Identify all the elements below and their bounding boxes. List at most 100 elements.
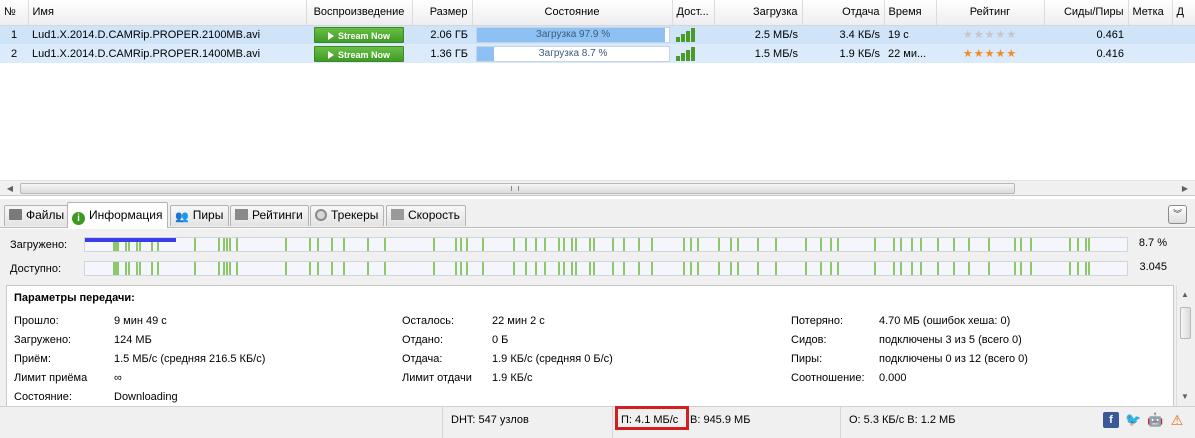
- warning-icon[interactable]: ⚠: [1169, 412, 1185, 428]
- column-header-upload[interactable]: Отдача: [802, 0, 885, 26]
- param-value: 1.5 МБ/с (средняя 216.5 КБ/с): [114, 353, 266, 365]
- star-icon: ★: [1006, 29, 1018, 42]
- table-header: № Имя Воспроизведение Размер Состояние Д…: [0, 0, 1195, 26]
- piece-mark: [920, 238, 922, 251]
- row-extra: [1172, 25, 1195, 44]
- availability-bar: [681, 33, 685, 42]
- piece-mark: [466, 238, 468, 251]
- param-row: Сидов: подключены 3 из 5 (всего 0): [791, 333, 1028, 352]
- piece-mark: [612, 238, 614, 251]
- column-header-ratio[interactable]: Сиды/Пиры: [1044, 0, 1129, 26]
- tab-label: Рейтинги: [252, 208, 303, 222]
- piece-mark: [139, 262, 141, 275]
- param-key: Отдача:: [402, 353, 443, 365]
- piece-mark: [1014, 262, 1016, 275]
- peers-icon: 👥: [175, 211, 189, 223]
- piece-mark: [830, 262, 832, 275]
- table-row[interactable]: 1 Lud1.X.2014.D.CAMRip.PROPER.2100MB.avi…: [0, 25, 1195, 44]
- row-size: 2.06 ГБ: [412, 25, 472, 44]
- piece-mark: [317, 238, 319, 251]
- piece-mark: [820, 262, 822, 275]
- tab-peers[interactable]: 👥 Пиры: [170, 205, 230, 226]
- piece-mark: [953, 262, 955, 275]
- stream-now-button[interactable]: Stream Now: [314, 26, 404, 43]
- piece-mark: [1069, 262, 1071, 275]
- available-label: Доступно:: [10, 263, 62, 275]
- tab-info[interactable]: i Информация: [67, 202, 169, 228]
- column-header-rating[interactable]: Рейтинг: [936, 0, 1045, 26]
- param-key: Соотношение:: [791, 372, 865, 384]
- piece-mark: [623, 238, 625, 251]
- status-upload[interactable]: О: 5.3 КБ/с В: 1.2 МБ: [840, 407, 1076, 438]
- column-header-size[interactable]: Размер: [412, 0, 473, 26]
- star-icon: ★: [984, 29, 996, 42]
- column-header-play[interactable]: Воспроизведение: [306, 0, 413, 26]
- piece-mark: [593, 262, 595, 275]
- column-header-name[interactable]: Имя: [28, 0, 307, 26]
- column-header-label[interactable]: Метка: [1128, 0, 1173, 26]
- scroll-left-icon[interactable]: ◀: [2, 181, 18, 195]
- param-row: Прошло: 9 мин 49 с: [14, 314, 265, 333]
- collapse-panel-button[interactable]: ︾: [1168, 205, 1187, 224]
- rating-stars-icon[interactable]: ★★★★★: [963, 29, 1017, 41]
- column-header-status[interactable]: Состояние: [472, 0, 673, 26]
- vertical-scrollbar[interactable]: ▲ ▼: [1176, 285, 1193, 407]
- star-icon: ★: [962, 29, 974, 42]
- piece-mark: [893, 238, 895, 251]
- piece-mark: [575, 262, 577, 275]
- param-key: Загружено:: [14, 334, 72, 346]
- row-rating-cell: ★★★★★: [936, 44, 1044, 63]
- piece-mark: [218, 238, 220, 251]
- scrollbar-thumb[interactable]: [20, 183, 1015, 194]
- piece-mark: [157, 262, 159, 275]
- scrollbar-thumb[interactable]: [1180, 307, 1191, 339]
- param-row: Лимит приёма ∞: [14, 371, 265, 390]
- param-key: Осталось:: [402, 315, 455, 327]
- progress-text: Загрузка 8.7 %: [538, 47, 608, 59]
- available-value: 3.045: [1139, 261, 1167, 273]
- tab-ratings[interactable]: Рейтинги: [230, 205, 309, 226]
- column-header-download[interactable]: Загрузка: [714, 0, 803, 26]
- scroll-up-icon[interactable]: ▲: [1177, 287, 1193, 303]
- row-upload-speed: 3.4 КБ/s: [802, 25, 884, 44]
- column-header-num[interactable]: №: [0, 0, 29, 26]
- android-icon[interactable]: 🤖: [1147, 412, 1163, 428]
- piece-mark: [558, 238, 560, 251]
- param-key: Сидов:: [791, 334, 827, 346]
- star-icon: ★: [973, 29, 985, 42]
- rating-stars-icon[interactable]: ★★★★★: [963, 48, 1017, 60]
- param-value: 1.9 КБ/с (средняя 0 Б/с): [492, 353, 613, 365]
- scroll-right-icon[interactable]: ▶: [1177, 181, 1193, 195]
- params-column-2: Осталось: 22 мин 2 с Отдано: 0 Б Отдача: 1.…: [402, 314, 613, 390]
- param-value: 22 мин 2 с: [492, 315, 545, 327]
- facebook-icon[interactable]: f: [1103, 412, 1119, 428]
- param-row: Пиры: подключены 0 из 12 (всего 0): [791, 352, 1028, 371]
- piece-mark: [343, 238, 345, 251]
- piece-mark: [331, 262, 333, 275]
- scroll-down-icon[interactable]: ▼: [1177, 389, 1193, 405]
- tab-files[interactable]: Файлы: [4, 205, 71, 226]
- piece-mark: [837, 238, 839, 251]
- horizontal-scrollbar[interactable]: ◀ ▶: [0, 180, 1195, 195]
- highlight-box: [615, 406, 689, 430]
- column-header-availability[interactable]: Дост...: [672, 0, 715, 26]
- piece-mark: [900, 262, 902, 275]
- piece-mark: [455, 238, 457, 251]
- piece-mark: [937, 262, 939, 275]
- tab-speed[interactable]: Скорость: [386, 205, 466, 226]
- stream-now-button[interactable]: Stream Now: [314, 45, 404, 62]
- piece-mark: [968, 238, 970, 251]
- table-row[interactable]: 2 Lud1.X.2014.D.CAMRip.PROPER.1400MB.avi…: [0, 44, 1195, 63]
- tab-trackers[interactable]: Трекеры: [310, 205, 385, 226]
- piece-mark: [117, 262, 119, 275]
- piece-mark: [638, 238, 640, 251]
- availability-bar: [681, 52, 685, 61]
- column-header-extra[interactable]: Д: [1172, 0, 1195, 26]
- piece-mark: [690, 262, 692, 275]
- column-header-time[interactable]: Время: [884, 0, 937, 26]
- downloaded-pieces-graphic: [85, 238, 1090, 251]
- twitter-icon[interactable]: 🐦: [1125, 412, 1141, 428]
- piece-mark: [151, 262, 153, 275]
- param-value: подключены 3 из 5 (всего 0): [879, 334, 1022, 346]
- availability-bar: [676, 55, 680, 61]
